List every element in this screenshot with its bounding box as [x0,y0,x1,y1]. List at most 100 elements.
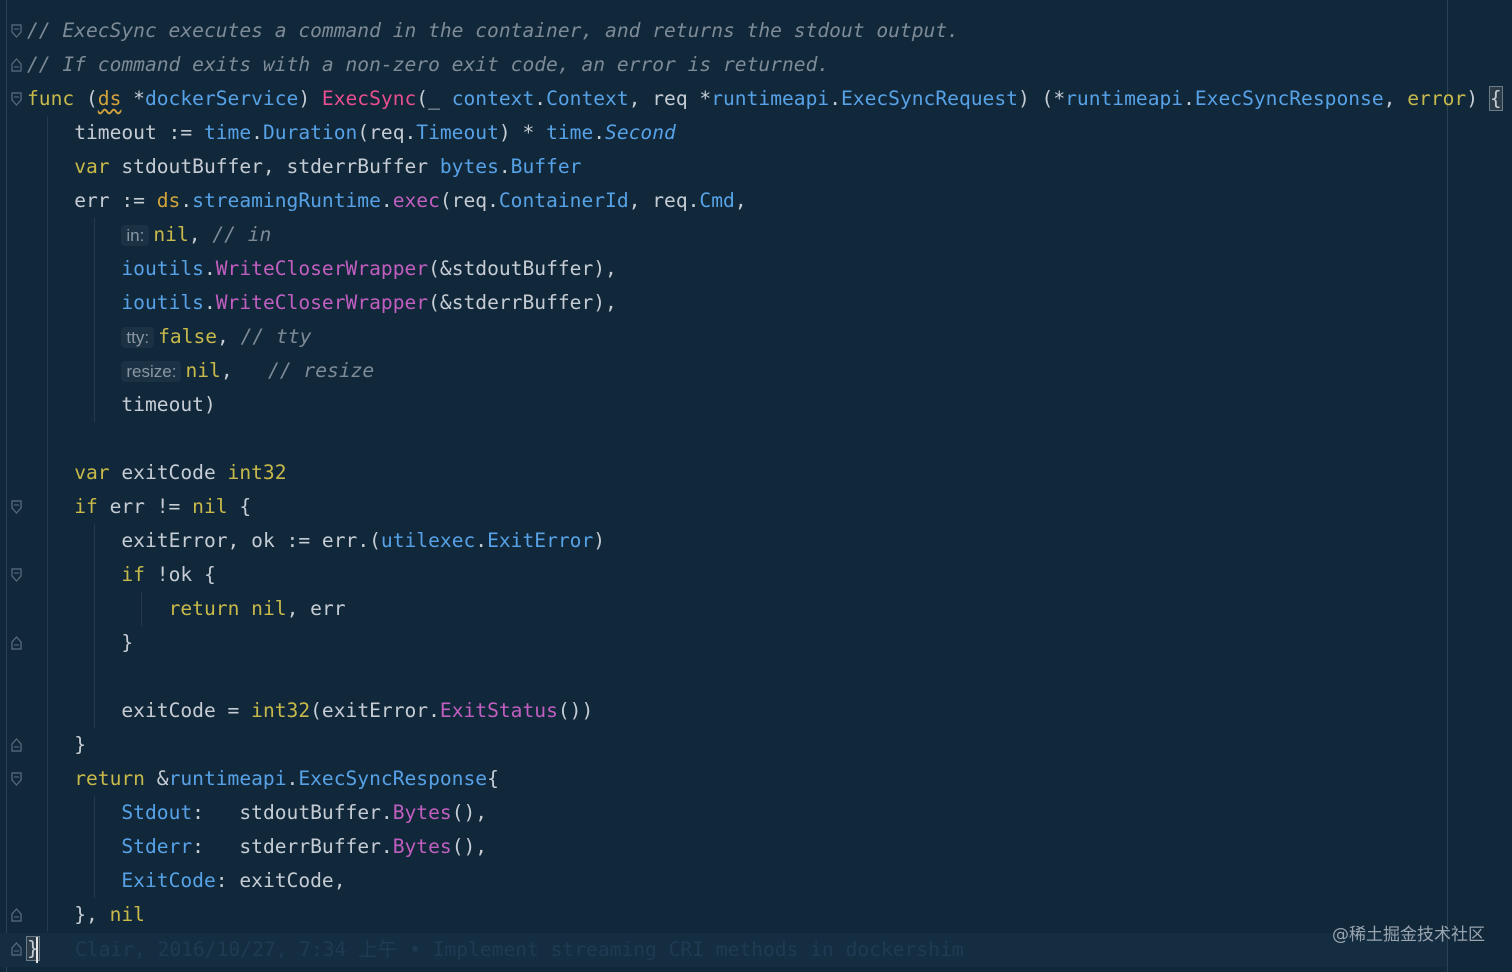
code-token: Bytes [392,835,452,858]
code-token: err := [74,189,157,212]
code-token: nil [153,223,189,246]
code-token: int32 [251,699,311,722]
code-line[interactable]: exitCode = int32(exitError.ExitStatus()) [121,694,593,728]
fold-collapse-icon[interactable] [11,92,22,106]
code-token: nil [109,903,145,926]
code-token: . [498,155,511,178]
fold-end-icon[interactable] [11,738,22,752]
code-token: return [168,597,240,620]
code-token: * [121,87,145,110]
code-token: ( [74,87,98,110]
code-line[interactable]: ExitCode: exitCode, [121,864,345,898]
code-editor[interactable]: // ExecSync executes a command in the co… [0,0,1512,972]
code-token: // If command exits with a non-zero exit… [27,53,830,76]
code-token: ds [97,87,122,110]
code-line[interactable]: var exitCode int32 [74,456,286,490]
code-token: utilexec [380,529,476,552]
code-line[interactable]: in: nil, // in [121,218,271,252]
fold-collapse-icon[interactable] [11,24,22,38]
fold-end-icon[interactable] [11,942,22,956]
fold-end-icon[interactable] [11,58,22,72]
code-line[interactable]: return nil, err [169,592,346,626]
code-token: . [534,87,547,110]
code-token: , [1383,87,1408,110]
matched-brace: { [1488,86,1503,111]
code-token: WriteCloserWrapper [215,291,429,314]
code-token: }, [74,903,110,926]
code-line[interactable]: // ExecSync executes a command in the co… [27,14,959,48]
code-token: dockerService [144,87,299,110]
code-line[interactable]: var stdoutBuffer, stderrBuffer bytes.Buf… [74,150,581,184]
code-token: return [74,767,145,790]
code-token: Context [546,87,629,110]
code-line[interactable]: tty: false, // tty [121,320,311,354]
code-token: . [829,87,841,110]
code-token: (), [451,801,488,824]
code-token: , req * [628,87,712,110]
code-line[interactable]: // If command exits with a non-zero exit… [27,48,829,82]
code-token: & [144,767,169,790]
code-token: { [227,495,252,518]
code-token: // resize [268,359,375,382]
code-token: Timeout [416,121,499,144]
code-token: int32 [227,461,287,484]
code-token: Duration [262,121,358,144]
code-token: ioutils [121,291,204,314]
code-token: . [593,121,606,144]
code-token: . [1183,87,1195,110]
fold-collapse-icon[interactable] [11,772,22,786]
code-token: . [203,291,216,314]
code-line[interactable]: Stderr: stderrBuffer.Bytes(), [121,830,487,864]
code-token: err != [97,495,193,518]
code-token: , [734,189,747,212]
code-line[interactable]: func (ds *dockerService) ExecSync(_ cont… [27,82,1503,116]
watermark: @稀土掘金技术社区 [1332,925,1485,945]
code-token: timeout) [121,393,216,416]
code-token: (exitError. [310,699,440,722]
code-token: ioutils [121,257,204,280]
code-line[interactable]: if !ok { [121,558,215,592]
fold-collapse-icon[interactable] [11,568,22,582]
code-line[interactable]: } [121,626,133,660]
code-line[interactable]: resize: nil, // resize [121,354,374,388]
code-token: context [451,87,535,110]
code-token: ExitStatus [439,699,558,722]
code-token: (&stdoutBuffer), [428,257,617,280]
code-line[interactable]: Stdout: stdoutBuffer.Bytes(), [121,796,487,830]
fold-collapse-icon[interactable] [11,500,22,514]
blame-annotation: Clair, 2016/10/27, 7:34 上午 • Implement s… [75,938,964,961]
fold-end-icon[interactable] [11,908,22,922]
fold-end-icon[interactable] [11,636,22,650]
code-token: , [220,359,269,382]
code-line[interactable]: exitError, ok := err.(utilexec.ExitError… [121,524,605,558]
code-line[interactable]: return &runtimeapi.ExecSyncResponse{ [74,762,499,796]
code-line[interactable]: if err != nil { [74,490,251,524]
code-token: . [203,257,216,280]
code-line[interactable]: timeout) [121,388,215,422]
code-line[interactable]: }, nil [74,898,145,932]
indent-guide [94,524,96,728]
code-token: ExecSyncResponse [1194,87,1384,110]
code-token: var [74,461,110,484]
code-token: : stderrBuffer. [192,835,393,858]
indent-guide [47,116,48,932]
code-token: Buffer [510,155,582,178]
code-token: Stdout [121,801,193,824]
code-token: error [1407,87,1467,110]
code-token: ExitCode [121,869,216,892]
code-token: (), [451,835,488,858]
code-line[interactable]: err := ds.streamingRuntime.exec(req.Cont… [74,184,746,218]
parameter-hint: tty: [121,327,155,348]
code-line[interactable]: ioutils.WriteCloserWrapper(&stdoutBuffer… [121,252,616,286]
code-token: stdoutBuffer, stderrBuffer [109,155,440,178]
code-line[interactable]: timeout := time.Duration(req.Timeout) * … [74,116,676,150]
code-token: , [188,223,213,246]
code-token: ExecSyncResponse [298,767,488,790]
code-token: Cmd [699,189,735,212]
indent-guide [94,796,96,898]
indent-guide [94,218,96,422]
code-line[interactable]: } [74,728,86,762]
code-line[interactable]: ioutils.WriteCloserWrapper(&stderrBuffer… [121,286,616,320]
code-token: (_ [416,87,452,110]
